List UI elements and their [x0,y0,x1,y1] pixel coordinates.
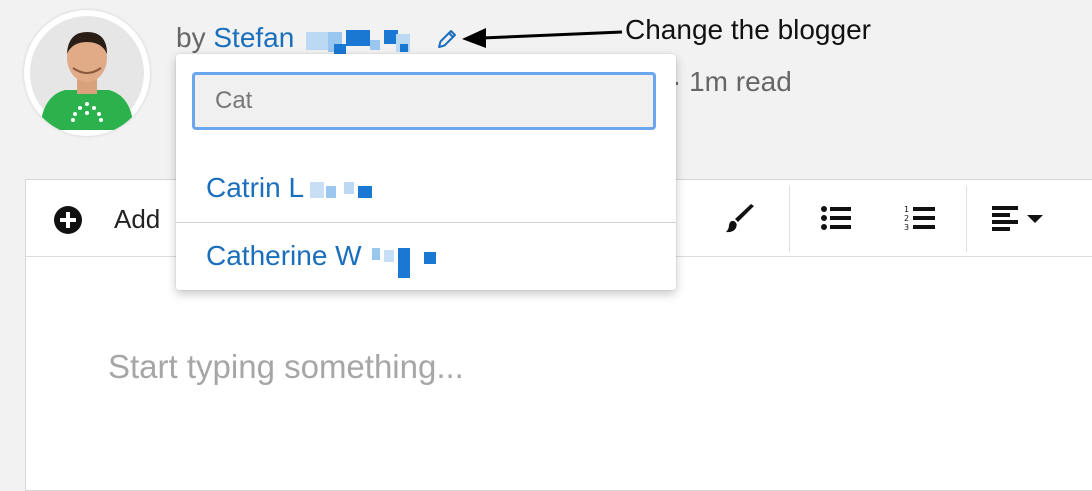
add-circle-icon[interactable] [54,206,82,239]
numbered-list-icon[interactable]: 1 2 3 [904,204,936,237]
align-dropdown-icon[interactable] [992,206,1046,237]
author-name-link[interactable]: Stefan [213,22,294,53]
author-option[interactable]: Catrin L [176,156,676,222]
toolbar-separator [966,186,967,252]
svg-text:1: 1 [904,205,909,214]
annotation-label: Change the blogger [625,14,871,45]
annotation-arrow [462,28,623,48]
svg-text:3: 3 [904,223,909,232]
svg-text:2: 2 [904,214,909,223]
author-avatar [24,10,150,136]
editor-placeholder: Start typing something... [108,348,464,385]
byline: by Stefan [176,22,294,54]
bullet-list-icon[interactable] [821,206,851,235]
author-picker-dropdown: Catrin L Catherine W [176,54,676,290]
option-divider [176,222,676,223]
add-button-label[interactable]: Add [114,204,160,235]
read-time: · 1m read [672,66,792,97]
brush-icon[interactable] [724,204,756,239]
byline-prefix: by [176,22,206,53]
toolbar-separator [789,186,790,252]
author-option[interactable]: Catherine W [176,224,676,290]
author-option-label: Catherine W [206,240,362,271]
author-option-label: Catrin L [206,172,305,203]
author-search-input[interactable] [192,72,656,130]
edit-author-pencil-icon[interactable] [436,28,458,55]
